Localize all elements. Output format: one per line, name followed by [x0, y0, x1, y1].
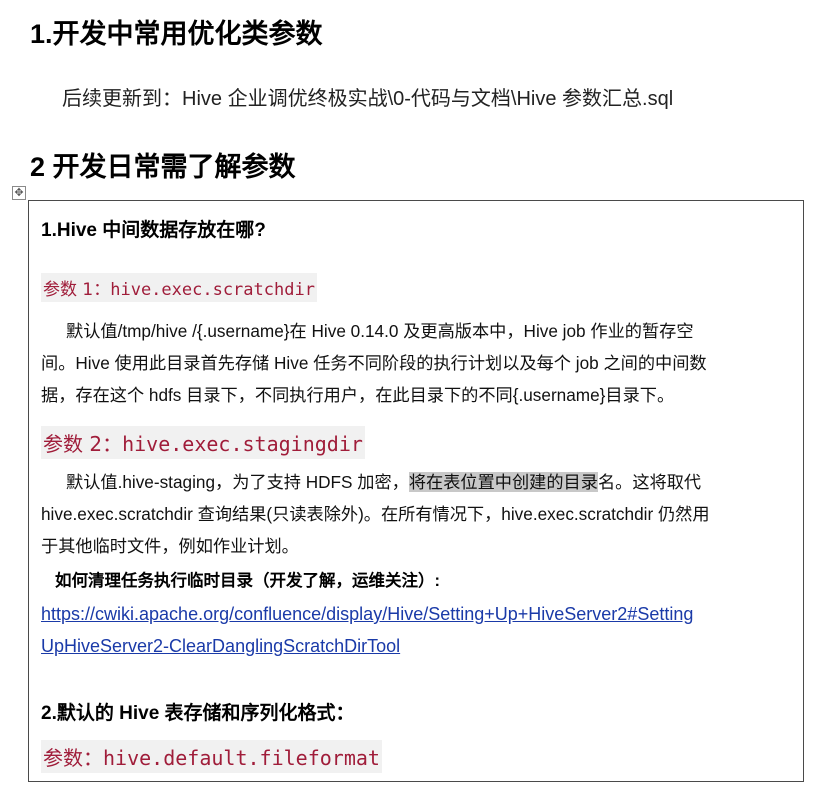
param-2-value: hive.exec.stagingdir — [122, 432, 363, 456]
param-2-desc-before: 默认值.hive-staging，为了支持 HDFS 加密， — [66, 472, 409, 492]
table-move-handle-icon[interactable]: ✥ — [12, 186, 26, 200]
param-2-label: 参数 2： — [43, 432, 123, 456]
highlighted-text: 将在表位置中创建的目录 — [408, 472, 598, 492]
param-2-description: 默认值.hive-staging，为了支持 HDFS 加密，将在表位置中创建的目… — [41, 466, 793, 562]
param-2-desc-line: 于其他临时文件，例如作业计划。 — [41, 536, 299, 556]
param-1-value: hive.exec.scratchdir — [110, 280, 315, 300]
content-box: 1.Hive 中间数据存放在哪? 参数 1：hive.exec.scratchd… — [28, 200, 804, 782]
param-3-label: 参数： — [43, 746, 103, 770]
param-2-desc-line: 默认值.hive-staging，为了支持 HDFS 加密，将在表位置中创建的目… — [41, 466, 793, 498]
param-1-description: 默认值/tmp/hive /{.username}在 Hive 0.14.0 及… — [41, 315, 793, 411]
param-1-label: 参数 1： — [43, 280, 111, 300]
section-heading-1: 1.开发中常用优化类参数 — [30, 19, 323, 49]
param-2-desc-line: hive.exec.scratchdir 查询结果(只读表除外)。在所有情况下，… — [41, 504, 710, 524]
cleanup-howto-title: 如何清理任务执行临时目录（开发了解，运维关注）: — [55, 572, 440, 590]
param-3-value: hive.default.fileformat — [103, 746, 380, 770]
param-1-desc-line: 默认值/tmp/hive /{.username}在 Hive 0.14.0 及… — [66, 321, 694, 341]
link-line[interactable]: https://cwiki.apache.org/confluence/disp… — [41, 598, 801, 630]
param-3: 参数：hive.default.fileformat — [41, 740, 382, 773]
param-1-desc-line: 间。Hive 使用此目录首先存储 Hive 任务不同阶段的执行计划以及每个 jo… — [41, 353, 707, 373]
link-line[interactable]: UpHiveServer2-ClearDanglingScratchDirToo… — [41, 630, 801, 662]
question-2-title: 2.默认的 Hive 表存储和序列化格式： — [41, 703, 355, 724]
param-2: 参数 2：hive.exec.stagingdir — [41, 426, 365, 459]
cleanup-doc-link[interactable]: https://cwiki.apache.org/confluence/disp… — [41, 598, 801, 662]
section-heading-2: 2 开发日常需了解参数 — [30, 152, 296, 182]
update-note: 后续更新到：Hive 企业调优终极实战\0-代码与文档\Hive 参数汇总.sq… — [62, 88, 674, 110]
param-1-desc-line: 据，存在这个 hdfs 目录下，不同执行用户，在此目录下的不同{.usernam… — [41, 385, 675, 405]
param-1: 参数 1：hive.exec.scratchdir — [41, 273, 317, 302]
question-1-title: 1.Hive 中间数据存放在哪? — [41, 220, 266, 241]
param-2-desc-after: 名。这将取代 — [597, 472, 702, 492]
